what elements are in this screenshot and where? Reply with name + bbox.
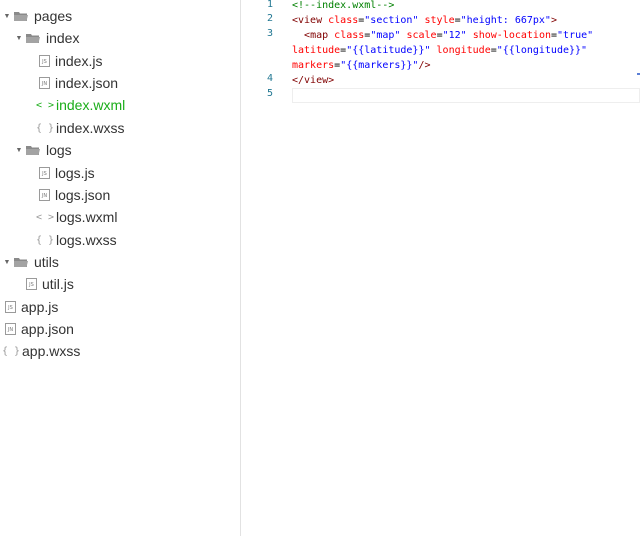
code-token: "{{longitude}}" <box>496 45 588 56</box>
tree-label: logs.wxss <box>56 232 117 248</box>
js-file-icon: JS <box>39 55 50 67</box>
line-number: 2 <box>266 13 273 24</box>
folder-open-icon <box>25 144 41 156</box>
js-file-icon: JS <box>26 278 37 290</box>
code-token: "height: 667px" <box>460 15 551 26</box>
code-line[interactable]: <view class="section" style="height: 667… <box>292 13 640 28</box>
code-line[interactable]: </view> <box>292 73 640 88</box>
style-file-icon: { } <box>35 122 55 134</box>
style-file-icon: { } <box>1 345 21 357</box>
code-editor[interactable]: 1 2 3 4 5 <!--index.wxml--> <view class=… <box>241 0 640 536</box>
chevron-down-icon[interactable]: ▼ <box>2 259 12 266</box>
code-line[interactable]: <map class="map" scale="12" show-locatio… <box>292 28 640 43</box>
code-token: class <box>328 15 359 26</box>
json-file-icon: JN <box>39 189 50 201</box>
code-token: "12" <box>442 30 467 41</box>
tree-label: util.js <box>42 276 74 292</box>
tree-folder-index[interactable]: ▼ index <box>14 27 80 49</box>
tree-file-app-js[interactable]: JS app.js <box>5 296 58 318</box>
tree-file-logs-js[interactable]: JS logs.js <box>39 162 95 184</box>
chevron-down-icon[interactable]: ▼ <box>14 147 24 154</box>
tree-label: logs.json <box>55 187 111 203</box>
code-token: latitude <box>292 45 341 56</box>
tree-folder-logs[interactable]: ▼ logs <box>14 139 72 161</box>
code-token: longitude <box>436 45 491 56</box>
markup-file-icon: < > <box>35 211 55 223</box>
code-token: </view> <box>292 75 335 86</box>
tree-label: pages <box>34 8 73 24</box>
code-token: show-location <box>472 30 551 41</box>
file-explorer: ▼ pages ▼ index JS index.js JN index.jso… <box>0 0 241 536</box>
json-file-icon: JN <box>5 323 16 335</box>
code-token: <!--index.wxml--> <box>292 0 395 11</box>
tree-folder-utils[interactable]: ▼ utils <box>2 251 59 273</box>
code-token: "section" <box>364 15 419 26</box>
code-token: <map <box>304 30 329 41</box>
tree-file-index-json[interactable]: JN index.json <box>39 72 118 94</box>
tree-file-index-wxss[interactable]: { } index.wxss <box>35 117 125 139</box>
chevron-down-icon[interactable]: ▼ <box>14 35 24 42</box>
js-file-icon: JS <box>5 301 16 313</box>
tree-label: app.wxss <box>22 343 81 359</box>
code-token: "map" <box>370 30 401 41</box>
folder-open-icon <box>25 32 41 44</box>
code-line[interactable]: latitude="{{latitude}}" longitude="{{lon… <box>292 43 640 58</box>
code-token: class <box>334 30 365 41</box>
current-code-line[interactable] <box>292 88 640 103</box>
code-token: style <box>424 15 455 26</box>
folder-open-icon <box>13 10 29 22</box>
tree-file-logs-wxml[interactable]: < > logs.wxml <box>35 206 118 228</box>
code-token: /> <box>418 60 431 71</box>
code-token: "true" <box>557 30 594 41</box>
line-number: 5 <box>266 88 273 99</box>
tree-label: app.js <box>21 299 59 315</box>
code-token: "{{latitude}}" <box>346 45 431 56</box>
markup-file-icon: < > <box>35 99 55 111</box>
tree-label: app.json <box>21 321 74 337</box>
code-line[interactable]: markers="{{markers}}"/> <box>292 58 640 73</box>
code-token: > <box>550 15 557 26</box>
code-token: "{{markers}}" <box>340 60 419 71</box>
tree-label: logs.wxml <box>56 209 118 225</box>
tree-label: index.wxml <box>56 97 126 113</box>
code-token: scale <box>406 30 437 41</box>
line-number: 4 <box>266 73 273 84</box>
tree-file-logs-wxss[interactable]: { } logs.wxss <box>35 229 117 251</box>
code-line[interactable]: <!--index.wxml--> <box>292 0 640 13</box>
tree-file-index-wxml[interactable]: < > index.wxml <box>35 94 126 116</box>
code-token: <view <box>292 15 323 26</box>
code-token: markers <box>292 60 335 71</box>
tree-label: logs.js <box>55 165 95 181</box>
line-number: 3 <box>266 28 273 39</box>
tree-file-app-wxss[interactable]: { } app.wxss <box>1 340 81 362</box>
tree-label: index.js <box>55 53 103 69</box>
tree-label: index.wxss <box>56 120 125 136</box>
tree-file-logs-json[interactable]: JN logs.json <box>39 184 110 206</box>
tree-folder-pages[interactable]: ▼ pages <box>2 5 73 27</box>
tree-label: index <box>46 30 80 46</box>
tree-file-util-js[interactable]: JS util.js <box>26 273 74 295</box>
line-number: 1 <box>266 0 273 10</box>
tree-label: utils <box>34 254 59 270</box>
tree-label: logs <box>46 142 72 158</box>
tree-label: index.json <box>55 75 119 91</box>
tree-file-app-json[interactable]: JN app.json <box>5 318 74 340</box>
tree-file-index-js[interactable]: JS index.js <box>39 50 102 72</box>
json-file-icon: JN <box>39 77 50 89</box>
chevron-down-icon[interactable]: ▼ <box>2 13 12 20</box>
folder-open-icon <box>13 256 29 268</box>
style-file-icon: { } <box>35 234 55 246</box>
js-file-icon: JS <box>39 167 50 179</box>
